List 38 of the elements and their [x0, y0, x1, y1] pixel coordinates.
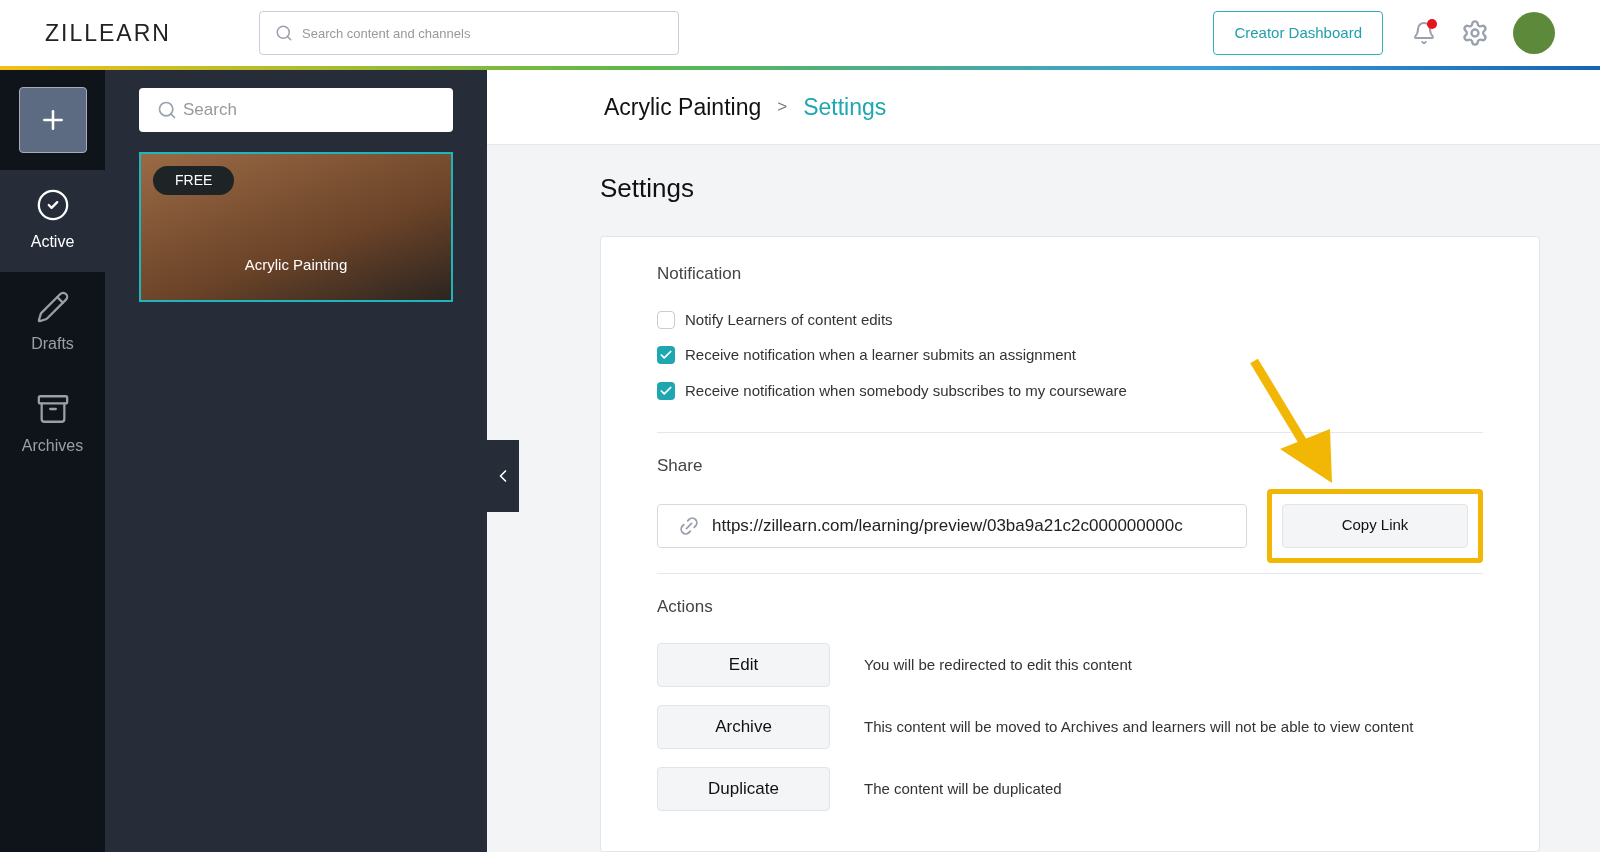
section-heading: Notification [657, 263, 743, 285]
rail-tab[interactable]: Drafts [0, 272, 105, 374]
checkbox[interactable] [657, 346, 675, 365]
section-heading: Share [657, 455, 704, 477]
search-icon [157, 100, 177, 120]
share-link-field[interactable]: https://zillearn.com/learning/preview/03ba9a21c2c000000000c [657, 503, 1247, 548]
archives-tab-icon [35, 392, 70, 426]
settings-icon[interactable] [1461, 19, 1489, 47]
action-button[interactable]: Archive [657, 705, 830, 749]
checkbox-label: Receive notification when a learner submits an assignment [685, 345, 1077, 365]
panel-search-field[interactable]: Search [139, 88, 453, 132]
checkbox[interactable] [657, 381, 675, 400]
page-title: Settings [600, 172, 695, 205]
drafts-tab-icon [35, 290, 70, 324]
action-description: This content will be moved to Archives and learners will not be able to view content [864, 716, 1414, 737]
breadcrumb-separator: > [777, 96, 788, 119]
add-button[interactable] [18, 87, 87, 153]
action-description: You will be redirected to edit this content [864, 654, 1132, 675]
checkbox-label: Receive notification when somebody subscribes to my courseware [685, 380, 1127, 401]
active-tab-icon [35, 188, 70, 222]
search-field[interactable]: Search content and channels [259, 11, 679, 55]
copy-link-button[interactable]: Copy Link [1282, 503, 1468, 548]
action-description: The content will be duplicated [864, 778, 1062, 799]
course-card[interactable]: FREE Acrylic Painting [139, 152, 453, 302]
search-icon [275, 24, 293, 42]
free-badge: FREE [153, 166, 235, 195]
action-button[interactable]: Duplicate [657, 767, 830, 811]
checkbox[interactable] [657, 310, 675, 329]
logo[interactable]: ZILLEARN [45, 15, 179, 51]
checkbox-label: Notify Learners of content edits [685, 309, 893, 330]
notification-bell[interactable] [1411, 19, 1437, 47]
rail-tab[interactable]: Active [0, 170, 105, 272]
breadcrumb-link[interactable]: Acrylic Painting [604, 89, 762, 125]
card-title: Acrylic Painting [243, 254, 349, 275]
section-heading: Actions [657, 595, 714, 618]
rail-tab[interactable]: Archives [0, 374, 105, 476]
action-button[interactable]: Edit [657, 643, 830, 687]
avatar-photo[interactable] [1513, 12, 1555, 54]
